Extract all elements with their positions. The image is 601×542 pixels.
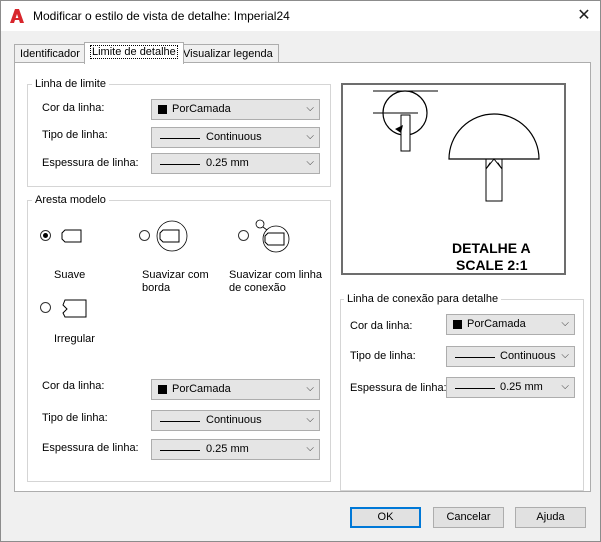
- connection-color-label: Cor da linha:: [350, 320, 413, 332]
- connection-lineweight-select[interactable]: 0.25 mm ⌵: [446, 377, 575, 398]
- radio-suavizar-com-borda[interactable]: [139, 230, 150, 241]
- connection-lineweight-value: 0.25 mm: [500, 381, 543, 393]
- chevron-down-icon: ⌵: [306, 131, 314, 142]
- boundary-linetype-value: Continuous: [206, 131, 262, 143]
- edge-lineweight-value: 0.25 mm: [206, 443, 249, 455]
- color-swatch: [158, 385, 167, 394]
- title-bar: Modificar o estilo de vista de detalhe: …: [1, 1, 600, 31]
- connection-lineweight-label: Espessura de linha:: [350, 382, 447, 394]
- boundary-color-select[interactable]: PorCamada ⌵: [151, 99, 320, 120]
- preview-scale: SCALE 2:1: [456, 257, 528, 273]
- cancel-button[interactable]: Cancelar: [433, 507, 504, 528]
- suave-icon: [60, 228, 84, 247]
- tab-identificador-label: Identificador: [20, 48, 80, 60]
- chevron-down-icon: ⌵: [306, 157, 314, 168]
- edge-linetype-label: Tipo de linha:: [42, 412, 108, 424]
- edge-color-label: Cor da linha:: [42, 380, 105, 392]
- irregular-icon: [60, 298, 90, 323]
- radio-suave[interactable]: [40, 230, 51, 241]
- color-swatch: [158, 105, 167, 114]
- tab-limite-label: Limite de detalhe: [90, 45, 178, 59]
- connection-linetype-select[interactable]: Continuous ⌵: [446, 346, 575, 367]
- window-title: Modificar o estilo de vista de detalhe: …: [33, 9, 290, 23]
- chevron-down-icon: ⌵: [306, 103, 314, 114]
- help-button[interactable]: Ajuda: [515, 507, 586, 528]
- line-sample: [160, 164, 200, 165]
- edge-color-select[interactable]: PorCamada ⌵: [151, 379, 320, 400]
- radio-irregular[interactable]: [40, 302, 51, 313]
- connection-linetype-label: Tipo de linha:: [350, 350, 416, 362]
- smooth-with-connection-icon: [253, 219, 293, 258]
- edge-linetype-select[interactable]: Continuous ⌵: [151, 410, 320, 431]
- dialog-window: Modificar o estilo de vista de detalhe: …: [0, 0, 601, 542]
- chevron-down-icon: ⌵: [561, 350, 569, 361]
- autocad-app-icon: [9, 8, 25, 24]
- line-sample: [160, 421, 200, 422]
- irregular-label: Irregular: [54, 333, 95, 345]
- suavizar-com-linha-label: Suavizar com linha de conexão: [229, 269, 322, 294]
- suave-label: Suave: [54, 269, 86, 281]
- detail-preview: DETALHE A SCALE 2:1: [341, 83, 566, 275]
- suavizar-com-borda-label: Suavizar com borda: [142, 269, 209, 294]
- smooth-with-border-icon: [154, 219, 190, 256]
- edge-color-value: PorCamada: [172, 383, 231, 395]
- preview-title: DETALHE A: [452, 240, 531, 256]
- connection-linetype-value: Continuous: [500, 350, 556, 362]
- color-swatch: [453, 320, 462, 329]
- chevron-down-icon: ⌵: [306, 443, 314, 454]
- tab-identificador[interactable]: Identificador: [14, 44, 86, 63]
- connection-color-select[interactable]: PorCamada ⌵: [446, 314, 575, 335]
- line-sample: [455, 357, 495, 358]
- tab-limite-de-detalhe[interactable]: Limite de detalhe: [84, 42, 184, 64]
- chevron-down-icon: ⌵: [306, 383, 314, 394]
- connection-color-value: PorCamada: [467, 318, 526, 330]
- model-edge-group-legend: Aresta modelo: [32, 194, 109, 206]
- boundary-linetype-label: Tipo de linha:: [42, 129, 108, 141]
- chevron-down-icon: ⌵: [561, 318, 569, 329]
- connection-group-legend: Linha de conexão para detalhe: [344, 293, 502, 305]
- line-sample: [455, 388, 495, 389]
- boundary-group-legend: Linha de limite: [32, 78, 109, 90]
- boundary-linetype-select[interactable]: Continuous ⌵: [151, 127, 320, 148]
- boundary-color-value: PorCamada: [172, 103, 231, 115]
- radio-suavizar-com-linha-conexao[interactable]: [238, 230, 249, 241]
- tab-visualizar-legenda[interactable]: Visualizar legenda: [177, 44, 279, 63]
- edge-lineweight-select[interactable]: 0.25 mm ⌵: [151, 439, 320, 460]
- edge-linetype-value: Continuous: [206, 414, 262, 426]
- line-sample: [160, 450, 200, 451]
- ok-button[interactable]: OK: [350, 507, 421, 528]
- boundary-lineweight-label: Espessura de linha:: [42, 157, 139, 169]
- boundary-lineweight-select[interactable]: 0.25 mm ⌵: [151, 153, 320, 174]
- boundary-lineweight-value: 0.25 mm: [206, 157, 249, 169]
- tab-visualizar-label: Visualizar legenda: [183, 48, 273, 60]
- chevron-down-icon: ⌵: [561, 381, 569, 392]
- line-sample: [160, 138, 200, 139]
- chevron-down-icon: ⌵: [306, 414, 314, 425]
- edge-lineweight-label: Espessura de linha:: [42, 442, 139, 454]
- boundary-color-label: Cor da linha:: [42, 102, 105, 114]
- close-icon[interactable]: ✕: [571, 5, 597, 27]
